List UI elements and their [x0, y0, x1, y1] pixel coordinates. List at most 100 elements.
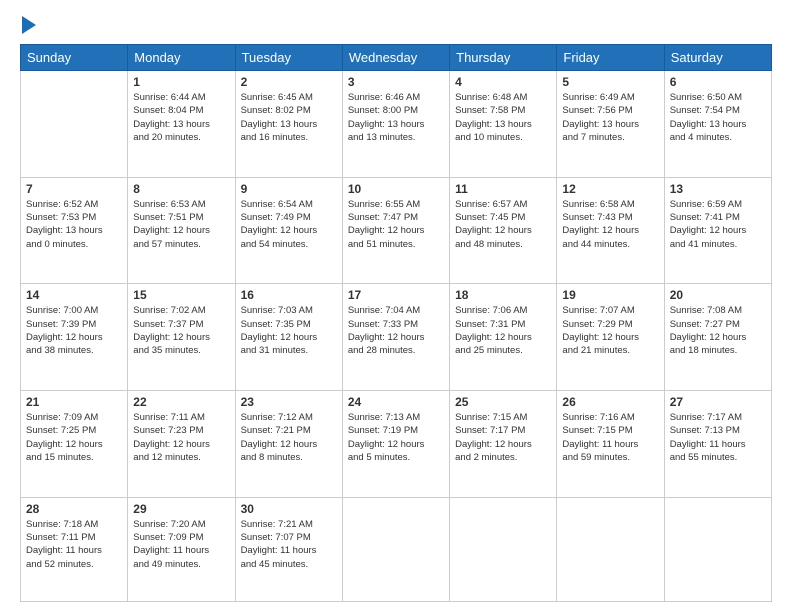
day-detail: Sunrise: 7:04 AM Sunset: 7:33 PM Dayligh… — [348, 304, 444, 357]
day-number: 20 — [670, 288, 766, 302]
day-detail: Sunrise: 6:59 AM Sunset: 7:41 PM Dayligh… — [670, 198, 766, 251]
day-detail: Sunrise: 6:53 AM Sunset: 7:51 PM Dayligh… — [133, 198, 229, 251]
weekday-header-monday: Monday — [128, 45, 235, 71]
day-detail: Sunrise: 7:16 AM Sunset: 7:15 PM Dayligh… — [562, 411, 658, 464]
day-detail: Sunrise: 7:00 AM Sunset: 7:39 PM Dayligh… — [26, 304, 122, 357]
day-detail: Sunrise: 6:45 AM Sunset: 8:02 PM Dayligh… — [241, 91, 337, 144]
day-detail: Sunrise: 7:18 AM Sunset: 7:11 PM Dayligh… — [26, 518, 122, 571]
day-detail: Sunrise: 6:54 AM Sunset: 7:49 PM Dayligh… — [241, 198, 337, 251]
day-cell: 14 Sunrise: 7:00 AM Sunset: 7:39 PM Dayli… — [21, 284, 128, 391]
day-cell: 24Sunrise: 7:13 AM Sunset: 7:19 PM Dayli… — [342, 391, 449, 498]
day-number: 12 — [562, 182, 658, 196]
weekday-header-sunday: Sunday — [21, 45, 128, 71]
day-cell: 9 Sunrise: 6:54 AM Sunset: 7:49 PM Daylig… — [235, 177, 342, 284]
day-detail: Sunrise: 7:21 AM Sunset: 7:07 PM Dayligh… — [241, 518, 337, 571]
week-row-2: 7 Sunrise: 6:52 AM Sunset: 7:53 PM Daylig… — [21, 177, 772, 284]
day-cell: 6 Sunrise: 6:50 AM Sunset: 7:54 PM Daylig… — [664, 71, 771, 178]
day-detail: Sunrise: 7:08 AM Sunset: 7:27 PM Dayligh… — [670, 304, 766, 357]
day-cell — [342, 497, 449, 601]
day-detail: Sunrise: 7:17 AM Sunset: 7:13 PM Dayligh… — [670, 411, 766, 464]
day-number: 2 — [241, 75, 337, 89]
weekday-header-wednesday: Wednesday — [342, 45, 449, 71]
day-number: 15 — [133, 288, 229, 302]
weekday-header-saturday: Saturday — [664, 45, 771, 71]
day-cell: 20 Sunrise: 7:08 AM Sunset: 7:27 PM Dayli… — [664, 284, 771, 391]
day-cell: 5 Sunrise: 6:49 AM Sunset: 7:56 PM Daylig… — [557, 71, 664, 178]
day-number: 28 — [26, 502, 122, 516]
day-cell: 22Sunrise: 7:11 AM Sunset: 7:23 PM Dayli… — [128, 391, 235, 498]
day-number: 9 — [241, 182, 337, 196]
day-detail: Sunrise: 6:57 AM Sunset: 7:45 PM Dayligh… — [455, 198, 551, 251]
day-detail: Sunrise: 6:49 AM Sunset: 7:56 PM Dayligh… — [562, 91, 658, 144]
day-cell: 4 Sunrise: 6:48 AM Sunset: 7:58 PM Daylig… — [450, 71, 557, 178]
day-cell — [450, 497, 557, 601]
day-detail: Sunrise: 6:46 AM Sunset: 8:00 PM Dayligh… — [348, 91, 444, 144]
day-number: 1 — [133, 75, 229, 89]
day-cell: 25 Sunrise: 7:15 AM Sunset: 7:17 PM Dayli… — [450, 391, 557, 498]
day-detail: Sunrise: 7:06 AM Sunset: 7:31 PM Dayligh… — [455, 304, 551, 357]
day-cell: 26 Sunrise: 7:16 AM Sunset: 7:15 PM Dayli… — [557, 391, 664, 498]
day-cell: 27 Sunrise: 7:17 AM Sunset: 7:13 PM Dayli… — [664, 391, 771, 498]
day-number: 11 — [455, 182, 551, 196]
day-number: 14 — [26, 288, 122, 302]
day-cell: 10 Sunrise: 6:55 AM Sunset: 7:47 PM Dayli… — [342, 177, 449, 284]
page: SundayMondayTuesdayWednesdayThursdayFrid… — [0, 0, 792, 612]
day-number: 27 — [670, 395, 766, 409]
day-number: 24 — [348, 395, 444, 409]
day-number: 16 — [241, 288, 337, 302]
day-cell: 19Sunrise: 7:07 AM Sunset: 7:29 PM Dayli… — [557, 284, 664, 391]
day-number: 21 — [26, 395, 122, 409]
week-row-4: 21 Sunrise: 7:09 AM Sunset: 7:25 PM Dayli… — [21, 391, 772, 498]
day-cell: 18 Sunrise: 7:06 AM Sunset: 7:31 PM Dayli… — [450, 284, 557, 391]
weekday-header-thursday: Thursday — [450, 45, 557, 71]
day-number: 5 — [562, 75, 658, 89]
day-detail: Sunrise: 7:15 AM Sunset: 7:17 PM Dayligh… — [455, 411, 551, 464]
day-cell — [664, 497, 771, 601]
day-cell: 3 Sunrise: 6:46 AM Sunset: 8:00 PM Daylig… — [342, 71, 449, 178]
day-number: 13 — [670, 182, 766, 196]
day-number: 7 — [26, 182, 122, 196]
day-cell: 30 Sunrise: 7:21 AM Sunset: 7:07 PM Dayli… — [235, 497, 342, 601]
day-detail: Sunrise: 6:48 AM Sunset: 7:58 PM Dayligh… — [455, 91, 551, 144]
day-detail: Sunrise: 7:07 AM Sunset: 7:29 PM Dayligh… — [562, 304, 658, 357]
header — [20, 18, 772, 34]
day-number: 23 — [241, 395, 337, 409]
day-cell: 17 Sunrise: 7:04 AM Sunset: 7:33 PM Dayli… — [342, 284, 449, 391]
day-number: 10 — [348, 182, 444, 196]
day-cell — [557, 497, 664, 601]
weekday-header-friday: Friday — [557, 45, 664, 71]
day-number: 3 — [348, 75, 444, 89]
day-number: 22 — [133, 395, 229, 409]
logo-arrow-icon — [22, 16, 36, 34]
day-detail: Sunrise: 6:44 AM Sunset: 8:04 PM Dayligh… — [133, 91, 229, 144]
day-cell: 8Sunrise: 6:53 AM Sunset: 7:51 PM Daylig… — [128, 177, 235, 284]
day-detail: Sunrise: 7:09 AM Sunset: 7:25 PM Dayligh… — [26, 411, 122, 464]
day-number: 26 — [562, 395, 658, 409]
day-cell — [21, 71, 128, 178]
day-cell: 11 Sunrise: 6:57 AM Sunset: 7:45 PM Dayli… — [450, 177, 557, 284]
day-number: 6 — [670, 75, 766, 89]
day-cell: 16 Sunrise: 7:03 AM Sunset: 7:35 PM Dayli… — [235, 284, 342, 391]
day-detail: Sunrise: 7:20 AM Sunset: 7:09 PM Dayligh… — [133, 518, 229, 571]
day-number: 4 — [455, 75, 551, 89]
weekday-header-row: SundayMondayTuesdayWednesdayThursdayFrid… — [21, 45, 772, 71]
week-row-5: 28 Sunrise: 7:18 AM Sunset: 7:11 PM Dayli… — [21, 497, 772, 601]
day-cell: 12 Sunrise: 6:58 AM Sunset: 7:43 PM Dayli… — [557, 177, 664, 284]
week-row-3: 14 Sunrise: 7:00 AM Sunset: 7:39 PM Dayli… — [21, 284, 772, 391]
day-number: 29 — [133, 502, 229, 516]
day-cell: 21 Sunrise: 7:09 AM Sunset: 7:25 PM Dayli… — [21, 391, 128, 498]
day-detail: Sunrise: 6:55 AM Sunset: 7:47 PM Dayligh… — [348, 198, 444, 251]
day-number: 25 — [455, 395, 551, 409]
day-number: 18 — [455, 288, 551, 302]
day-cell: 2 Sunrise: 6:45 AM Sunset: 8:02 PM Daylig… — [235, 71, 342, 178]
day-detail: Sunrise: 6:58 AM Sunset: 7:43 PM Dayligh… — [562, 198, 658, 251]
day-cell: 7 Sunrise: 6:52 AM Sunset: 7:53 PM Daylig… — [21, 177, 128, 284]
weekday-header-tuesday: Tuesday — [235, 45, 342, 71]
day-detail: Sunrise: 6:52 AM Sunset: 7:53 PM Dayligh… — [26, 198, 122, 251]
week-row-1: 1 Sunrise: 6:44 AM Sunset: 8:04 PM Daylig… — [21, 71, 772, 178]
day-number: 17 — [348, 288, 444, 302]
day-number: 30 — [241, 502, 337, 516]
day-cell: 15Sunrise: 7:02 AM Sunset: 7:37 PM Dayli… — [128, 284, 235, 391]
day-detail: Sunrise: 6:50 AM Sunset: 7:54 PM Dayligh… — [670, 91, 766, 144]
day-detail: Sunrise: 7:03 AM Sunset: 7:35 PM Dayligh… — [241, 304, 337, 357]
